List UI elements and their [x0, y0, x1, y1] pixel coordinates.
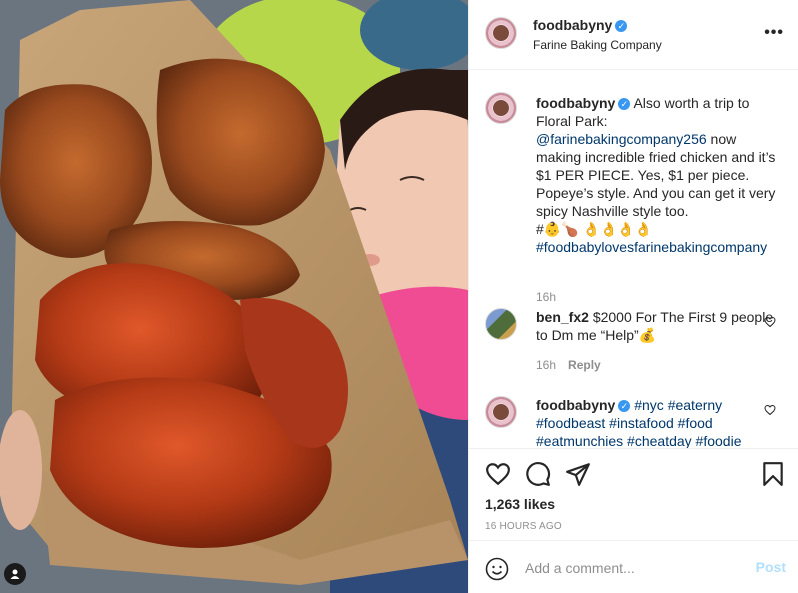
emoji-smiley-icon[interactable]	[485, 557, 509, 581]
commenter-username[interactable]: ben_fx2	[536, 309, 589, 325]
caption-mention-link[interactable]: @farinebakingcompany256	[536, 131, 707, 147]
comments-list[interactable]: foodbabyny ✓ Also worth a trip to Floral …	[469, 70, 798, 448]
reply-button[interactable]: Reply	[568, 358, 601, 372]
post-side-panel: foodbabyny ✓ Farine Baking Company ••• fo…	[468, 0, 798, 593]
likes-count[interactable]: 1,263 likes	[485, 496, 555, 512]
verified-badge-icon: ✓	[618, 400, 631, 412]
like-comment-heart-icon[interactable]	[764, 316, 776, 328]
caption-time[interactable]: 16h	[536, 290, 556, 304]
person-icon	[10, 569, 20, 579]
comment-bubble-icon[interactable]	[525, 461, 551, 487]
caption-emoji-line: #👶🍗 👌👌👌👌	[536, 221, 653, 237]
caption-hashtag-link[interactable]: #foodbabylovesfarinebakingcompany	[536, 239, 767, 255]
author-username[interactable]: foodbabyny ✓	[533, 17, 628, 33]
post-actions: 1,263 likes 16 HOURS AGO	[469, 448, 798, 540]
commenter-avatar[interactable]	[485, 396, 517, 428]
author-avatar[interactable]	[485, 17, 517, 49]
post-timestamp[interactable]: 16 HOURS AGO	[485, 521, 562, 532]
add-comment-bar: Post	[469, 540, 798, 593]
like-heart-icon[interactable]	[485, 461, 511, 487]
comment-text: foodbabyny ✓ #nyc #eaterny #foodbeast #in…	[536, 396, 776, 448]
save-bookmark-icon[interactable]	[760, 461, 786, 487]
verified-badge-icon: ✓	[618, 98, 631, 110]
comment-text: ben_fx2 $2000 For The First 9 people to …	[536, 308, 776, 344]
verified-badge-icon: ✓	[615, 20, 628, 32]
comment-input[interactable]	[525, 555, 745, 581]
commenter-username[interactable]: foodbabyny	[536, 397, 615, 413]
post-photo[interactable]	[0, 0, 468, 593]
like-comment-heart-icon[interactable]	[764, 404, 776, 416]
caption-username[interactable]: foodbabyny	[536, 95, 615, 111]
post-comment-button[interactable]: Post	[756, 559, 786, 575]
comment-time[interactable]: 16h	[536, 358, 556, 372]
commenter-avatar[interactable]	[485, 308, 517, 340]
caption-author-avatar[interactable]	[485, 92, 517, 124]
more-options-icon[interactable]: •••	[764, 24, 784, 42]
user-tag-icon[interactable]	[4, 563, 26, 585]
author-username-text[interactable]: foodbabyny	[533, 17, 612, 33]
share-paper-plane-icon[interactable]	[565, 461, 591, 487]
fried-chicken-photo	[0, 0, 468, 593]
caption-text: foodbabyny ✓ Also worth a trip to Floral …	[536, 94, 776, 256]
post-location[interactable]: Farine Baking Company	[533, 38, 662, 52]
post-header: foodbabyny ✓ Farine Baking Company •••	[469, 0, 798, 70]
comment-meta: 16h Reply	[536, 358, 601, 372]
